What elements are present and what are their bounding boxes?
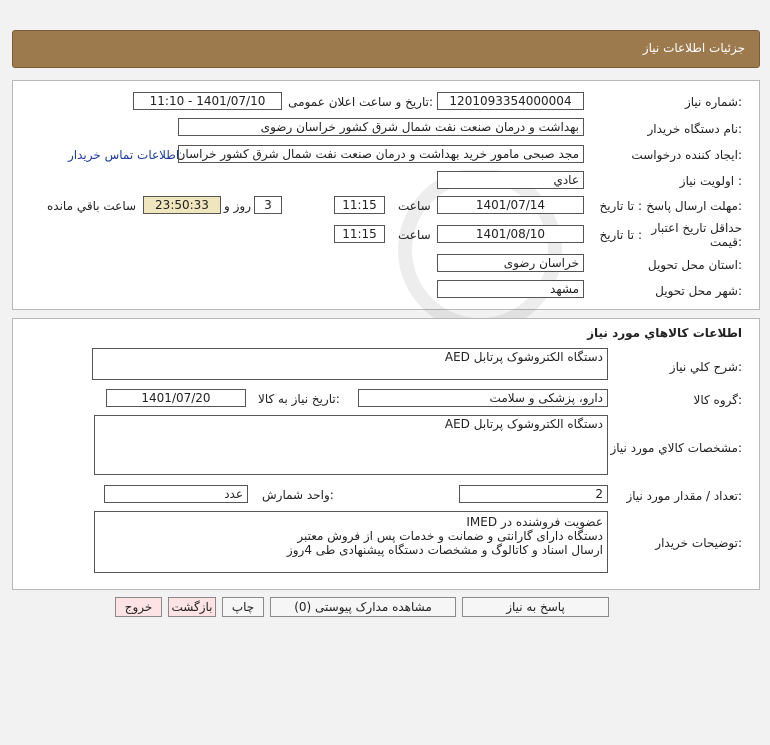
unit-field: عدد [104,485,248,503]
province-field: خراسان رضوی [437,254,584,272]
quantity-field: 2 [459,485,608,503]
validity-time-label: ساعت [398,228,431,242]
announce-field: 1401/07/10 - 11:10 [133,92,282,110]
print-button[interactable]: چاپ [222,597,264,617]
city-label: شهر محل تحویل: [655,284,742,298]
requester-field: مجد صبحی مامور خرید بهداشت و درمان صنعت … [178,145,584,163]
buyer-note-line: دستگاه دارای گارانتی و ضمانت و خدمات پس … [297,529,603,543]
need-number-field: 1201093354000004 [437,92,584,110]
page-title: جزئیات اطلاعات نیاز [642,41,745,55]
deadline-label: مهلت ارسال پاسخ: [646,199,742,213]
need-info-panel [12,80,760,310]
buyer-note-line: ارسال اسناد و کاتالوگ و مشخصات دستگاه پی… [286,543,603,557]
page-header: جزئیات اطلاعات نیاز [12,30,760,68]
buyer-org-field: بهداشت و درمان صنعت نفت شمال شرق کشور خر… [178,118,584,136]
specs-label: مشخصات کالاي مورد نياز: [610,441,742,455]
remaining-label: ساعت باقي مانده [47,199,137,213]
back-button[interactable]: بازگشت [168,597,216,617]
province-label: استان محل تحویل: [647,258,742,272]
buyer-note-line: عضویت فروشنده در IMED [466,515,603,529]
city-field: مشهد [437,280,584,298]
attachments-button[interactable]: مشاهده مدارک پیوستی (0) [270,597,456,617]
buyer-contact-link[interactable]: اطلاعات تماس خریدار [68,148,179,162]
buyer-org-label: نام دستگاه خریدار: [647,122,743,136]
group-field: دارو، پزشکی و سلامت [358,389,608,407]
need-date-field: 1401/07/20 [106,389,246,407]
validity-to-date-label: تا تاریخ : [599,228,642,242]
goods-section-title: اطلاعات کالاهاي مورد نياز [587,326,742,340]
buyer-notes-field: عضویت فروشنده در IMED دستگاه دارای گاران… [94,511,608,573]
remaining-time-field: 23:50:33 [143,196,221,214]
need-number-label: شماره نیاز: [684,95,742,109]
validity-time-field: 11:15 [334,225,385,243]
summary-label: شرح کلي نياز: [669,360,742,374]
days-label: روز و [224,199,251,213]
group-label: گروه کالا: [693,393,743,407]
unit-label: واحد شمارش: [262,488,334,502]
deadline-time-label: ساعت [398,199,431,213]
priority-field: عادي [437,171,584,189]
deadline-time-field: 11:15 [334,196,385,214]
quantity-label: تعداد / مقدار مورد نیاز: [626,489,742,503]
summary-field: دستگاه الکتروشوک پرتابل AED [92,348,608,380]
need-date-label: تاریخ نیاز به کالا: [258,392,340,406]
remaining-days-field: 3 [254,196,282,214]
validity-date-field: 1401/08/10 [437,225,584,243]
buyer-notes-label: توضیحات خریدار: [655,536,742,550]
exit-button[interactable]: خروج [115,597,162,617]
priority-label: اولویت نیاز : [679,174,742,188]
respond-button[interactable]: پاسخ به نياز [462,597,609,617]
deadline-to-date-label: تا تاریخ : [599,199,642,213]
announce-label: تاریخ و ساعت اعلان عمومی: [288,95,433,109]
deadline-date-field: 1401/07/14 [437,196,584,214]
specs-field: دستگاه الکتروشوک پرتابل AED [94,415,608,475]
requester-label: ایجاد کننده درخواست: [631,148,742,162]
